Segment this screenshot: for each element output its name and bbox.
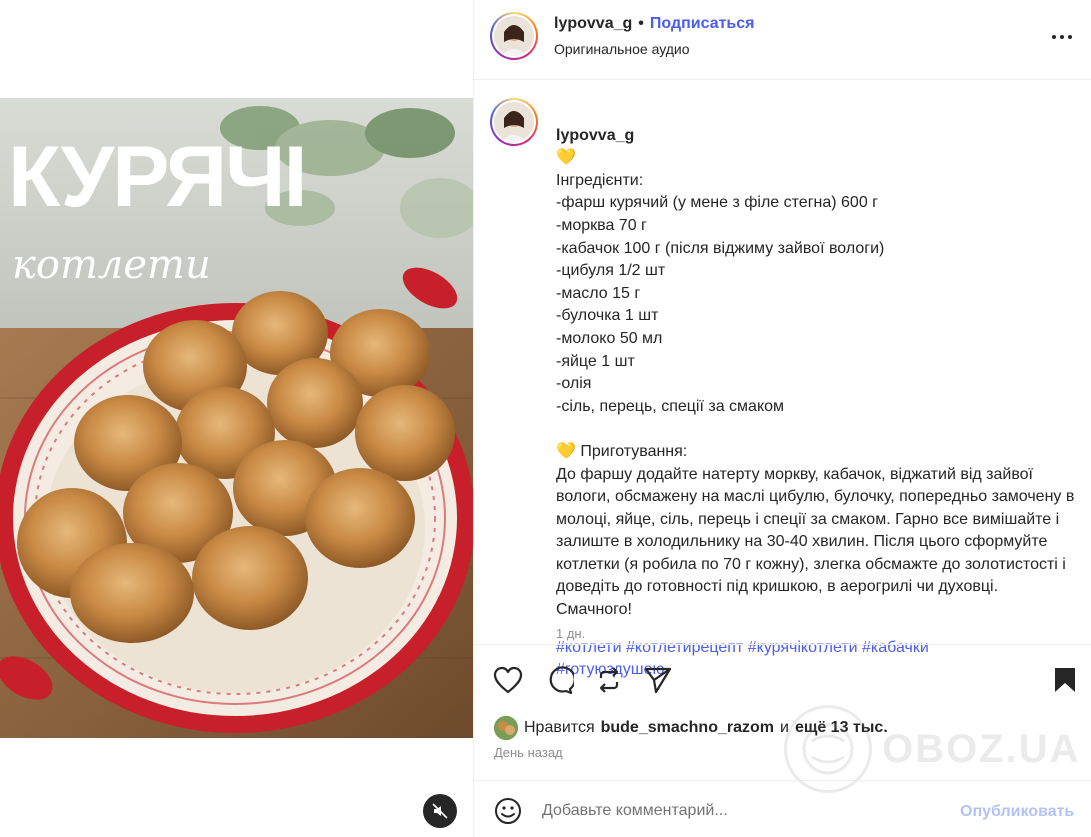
ingredient-item: -молоко 50 мл [556,329,663,347]
ingredient-item: -цибуля 1/2 шт [556,262,666,280]
caption-avatar-photo [494,102,534,142]
ingredients-list: -фарш курячий (у мене з філе стегна) 600… [556,192,1076,418]
emoji-button[interactable] [494,797,522,825]
prep-text: До фаршу додайте натерту моркву, кабачок… [556,465,1075,619]
post-image[interactable]: КУРЯЧІ котлети [0,98,473,738]
likes-prefix: Нравится [524,719,595,736]
avatar-photo [494,16,534,56]
hashtag-link[interactable]: #котлети [556,639,622,656]
likes-count[interactable]: ещё 13 тыс. [795,719,888,737]
header-dot: • [638,15,644,32]
mute-button[interactable] [423,794,457,828]
post-image-illustration: КУРЯЧІ котлети [0,98,473,738]
action-bar [474,660,1091,700]
publish-button[interactable]: Опубликовать [960,803,1074,821]
likes-line: Нравится bude_smachno_razom и ещё 13 тыс… [494,716,888,740]
post-caption: lypovva_g 💛 Інгредієнти: -фарш курячий (… [474,80,1091,678]
more-icon [1052,35,1056,39]
liker-avatar[interactable] [494,716,518,740]
header-username[interactable]: lypovva_g [554,15,632,33]
post-age[interactable]: День назад [494,745,563,760]
watermark-text: OBOZ.UA [882,726,1081,771]
hashtag-link[interactable]: #курячікотлети [748,639,858,656]
repost-icon [599,667,619,693]
share-button[interactable] [642,664,674,696]
audio-label[interactable]: Оригинальное аудио [554,41,690,57]
ingredient-item: -масло 15 г [556,284,641,302]
post-side-panel: lypovva_g • Подписаться Оригинальное ауд… [474,0,1091,837]
comment-bar: Опубликовать [474,780,1091,837]
liker-avatar-photo [494,716,518,740]
image-title-script: котлети [12,242,211,288]
heart-emoji: 💛 [556,149,576,167]
caption-username[interactable]: lypovva_g [556,127,634,144]
prep-title: 💛 Приготування: [556,442,688,460]
ingredients-title: Інгредієнти: [556,171,644,189]
caption-text: lypovva_g 💛 Інгредієнти: -фарш курячий (… [556,102,1076,682]
emoji-icon [495,798,521,824]
heart-icon [493,666,523,694]
ingredient-item: -кабачок 100 г (після віджиму зайвої вол… [556,239,885,257]
ingredient-item: -яйце 1 шт [556,352,635,370]
share-icon [644,667,672,694]
post-media-column: КУРЯЧІ котлети [0,0,473,837]
ingredient-item: -булочка 1 шт [556,307,659,325]
bookmark-icon [1055,668,1075,692]
ingredient-item: -олія [556,375,592,393]
header-user-line: lypovva_g • Подписаться [554,15,755,33]
follow-button[interactable]: Подписаться [650,15,755,33]
hashtag-link[interactable]: #котлетирецепт [626,639,743,656]
more-options-button[interactable] [1052,33,1076,41]
image-title-main: КУРЯЧІ [8,129,305,225]
save-button[interactable] [1049,664,1081,696]
post-header: lypovva_g • Подписаться Оригинальное ауд… [474,0,1091,80]
ingredient-item: -сіль, перець, спеції за смаком [556,397,785,415]
liker-username[interactable]: bude_smachno_razom [601,719,774,737]
caption-avatar[interactable] [490,98,538,146]
comment-icon [549,666,574,695]
ingredient-item: -морква 70 г [556,216,647,234]
ingredient-item: -фарш курячий (у мене з філе стегна) 600… [556,194,879,212]
speaker-muted-icon [432,803,448,819]
actions-divider [474,644,1091,645]
caption-timestamp[interactable]: 1 дн. [556,626,585,641]
comment-button[interactable] [543,664,575,696]
avatar[interactable] [490,12,538,60]
comment-input[interactable] [542,799,942,823]
repost-button[interactable] [593,664,625,696]
like-button[interactable] [492,664,524,696]
likes-middle: и [780,719,789,736]
hashtag-link[interactable]: #кабачки [862,639,929,656]
